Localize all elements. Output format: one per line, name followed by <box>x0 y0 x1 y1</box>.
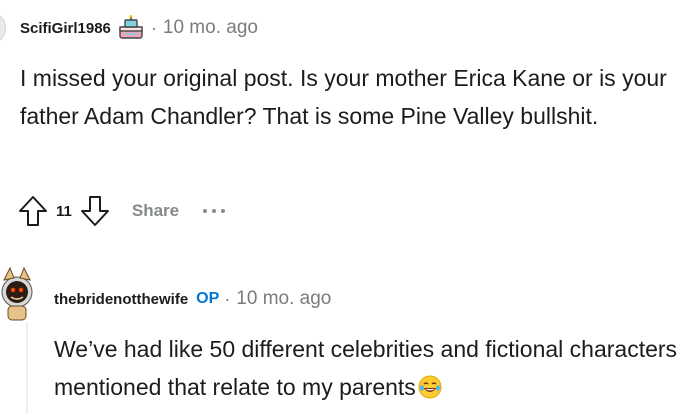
vote-count: 11 <box>56 202 72 220</box>
thread-line[interactable] <box>26 322 28 414</box>
avatar[interactable] <box>0 15 6 41</box>
separator-dot: · <box>224 288 231 309</box>
more-options-icon[interactable] <box>203 201 226 221</box>
username[interactable]: ScifiGirl1986 <box>20 20 111 37</box>
timestamp[interactable]: 10 mo. ago <box>163 17 258 39</box>
op-badge: OP <box>196 290 220 307</box>
comment-meta: thebridenotthewife OP · 10 mo. ago <box>54 287 331 311</box>
share-button[interactable]: Share <box>132 201 179 221</box>
cake-icon <box>116 15 146 41</box>
avatar[interactable] <box>0 262 34 322</box>
timestamp[interactable]: 10 mo. ago <box>236 288 331 310</box>
upvote-icon[interactable] <box>16 193 50 229</box>
username[interactable]: thebridenotthewife <box>54 291 188 308</box>
separator-dot: · <box>150 17 157 38</box>
downvote-icon[interactable] <box>78 193 112 229</box>
comment-meta: ScifiGirl1986 · 10 mo. ago <box>20 15 258 41</box>
laughing-tears-emoji-icon <box>418 372 442 399</box>
comment-body-text: We’ve had like 50 different celebrities … <box>54 336 678 400</box>
comment-body: I missed your original post. Is your mot… <box>20 65 667 129</box>
comment-body: We’ve had like 50 different celebrities … <box>54 330 694 406</box>
comment-actions: 11 Share <box>16 191 226 231</box>
